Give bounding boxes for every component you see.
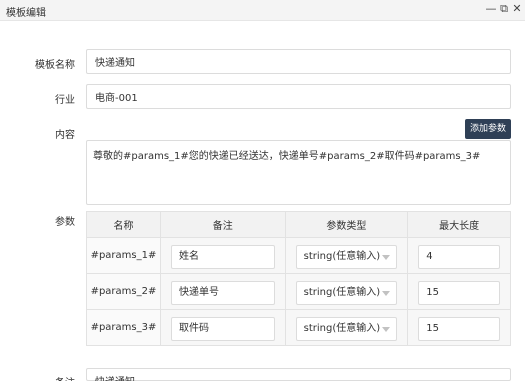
param-type-select[interactable]: string(任意输入) — [295, 317, 398, 341]
table-row: #params_1# 姓名 string(任意输入) 4 — [86, 237, 511, 274]
param-remark-input[interactable]: 姓名 — [170, 245, 275, 269]
param-type-select[interactable]: string(任意输入) — [295, 281, 398, 305]
param-type-value: string(任意输入) — [303, 251, 381, 262]
window-title: 模板编辑 — [6, 8, 46, 19]
remark-input[interactable]: 快递通知 — [86, 368, 511, 381]
header-type: 参数类型 — [284, 211, 409, 238]
param-type-select[interactable]: string(任意输入) — [295, 245, 398, 269]
param-name: #params_3# — [86, 309, 161, 346]
template-name-label: 模板名称 — [35, 60, 75, 71]
param-max-length-input[interactable]: 4 — [418, 245, 500, 269]
params-table: 名称 备注 参数类型 最大长度 #params_1# 姓名 string(任意输… — [86, 211, 511, 346]
template-name-input[interactable]: 快递通知 — [86, 49, 511, 74]
industry-label: 行业 — [55, 95, 75, 106]
add-param-button[interactable]: 添加参数 — [465, 119, 511, 139]
industry-input[interactable]: 电商-001 — [86, 84, 511, 109]
chevron-down-icon — [382, 291, 391, 296]
param-name: #params_1# — [86, 237, 161, 274]
param-name: #params_2# — [86, 273, 161, 310]
minimize-icon[interactable]: — — [484, 2, 498, 16]
param-type-value: string(任意输入) — [303, 287, 381, 298]
param-remark-input[interactable]: 快递单号 — [170, 281, 275, 305]
content-label: 内容 — [55, 130, 75, 141]
content-textarea[interactable]: 尊敬的#params_1#您的快递已经送达，快递单号#params_2#取件码#… — [86, 140, 511, 205]
header-max-length: 最大长度 — [407, 211, 511, 238]
remark-label: 备注 — [15, 374, 75, 381]
close-icon[interactable]: ✕ — [510, 2, 524, 16]
chevron-down-icon — [382, 255, 391, 260]
chevron-down-icon — [382, 327, 391, 332]
header-name: 名称 — [86, 211, 161, 238]
param-remark-input[interactable]: 取件码 — [170, 317, 275, 341]
table-row: #params_2# 快递单号 string(任意输入) 15 — [86, 273, 511, 310]
param-max-length-input[interactable]: 15 — [418, 281, 500, 305]
maximize-icon[interactable]: ⧉ — [497, 2, 511, 16]
window-titlebar: 模板编辑 — ⧉ ✕ — [0, 0, 525, 21]
table-row: #params_3# 取件码 string(任意输入) 15 — [86, 309, 511, 346]
param-type-value: string(任意输入) — [303, 323, 381, 334]
param-max-length-input[interactable]: 15 — [418, 317, 500, 341]
params-table-header: 名称 备注 参数类型 最大长度 — [86, 211, 511, 238]
params-label: 参数 — [55, 217, 75, 228]
header-remark: 备注 — [159, 211, 286, 238]
